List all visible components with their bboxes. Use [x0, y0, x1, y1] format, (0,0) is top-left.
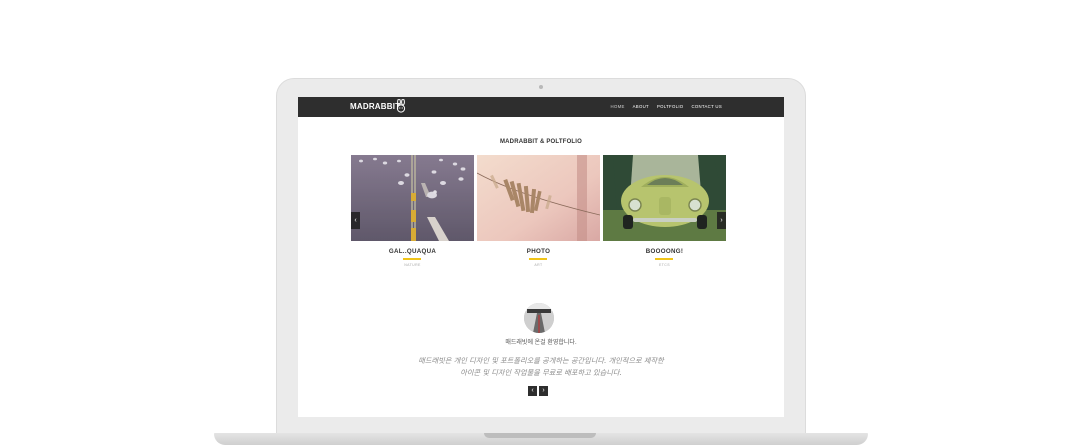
carousel-prev-button[interactable]: ‹ — [351, 212, 360, 229]
menu-item-home[interactable]: HOME — [611, 104, 625, 109]
accent-underline — [403, 258, 421, 260]
camera-dot — [539, 85, 543, 89]
portfolio-card-art[interactable] — [477, 155, 600, 241]
portfolio-card-etcs[interactable] — [603, 155, 726, 241]
avatar — [524, 303, 554, 333]
menu-item-portfolio[interactable]: POLTFOLIO — [657, 104, 684, 109]
laptop-screen: MADRABBIT HOME ABOUT POLTFOLIO CONTACT U… — [298, 97, 784, 417]
card-title-etcs[interactable]: BOOOONG! — [603, 248, 726, 255]
intro-quote-line: 아이콘 및 디자인 작업물을 무료로 배포하고 있습니다. — [460, 368, 622, 377]
navbar: MADRABBIT HOME ABOUT POLTFOLIO CONTACT U… — [298, 97, 784, 117]
card-category-art: ART — [534, 263, 543, 267]
testimonial-prev-button[interactable]: ‹ — [528, 386, 537, 396]
menu-item-about[interactable]: ABOUT — [633, 104, 649, 109]
portfolio-card-nature[interactable] — [351, 155, 474, 241]
testimonial-next-button[interactable]: › — [539, 386, 548, 396]
clothespins-photo — [477, 155, 600, 241]
card-title-art[interactable]: PHOTO — [477, 248, 600, 255]
laptop-notch — [484, 433, 596, 438]
intro-quote-line: 매드래빗은 개인 디자인 및 포트폴리오를 공개하는 공간입니다. 개인적으로 … — [418, 356, 664, 365]
menu-item-contact[interactable]: CONTACT US — [691, 104, 722, 109]
beetle-photo — [603, 155, 726, 241]
portfolio-title: MADRABBIT & POLTFOLIO — [499, 139, 583, 145]
site-logo[interactable]: MADRABBIT — [350, 102, 400, 111]
card-category-etcs: ETCS — [659, 263, 670, 267]
welcome-text: 매드래빗에 온걸 환영합니다. — [505, 340, 577, 346]
card-title-nature[interactable]: GAL..QUAQUA — [351, 248, 474, 255]
accent-underline — [529, 258, 547, 260]
carousel-next-button[interactable]: › — [717, 212, 726, 229]
rabbit-icon — [396, 99, 406, 113]
accent-underline — [655, 258, 673, 260]
intro-quote: 매드래빗은 개인 디자인 및 포트폴리오를 공개하는 공간입니다. 개인적으로 … — [298, 355, 784, 379]
card-category-nature: NATURE — [404, 263, 421, 267]
main-menu: HOME ABOUT POLTFOLIO CONTACT US — [611, 104, 722, 109]
seagulls-photo — [351, 155, 474, 241]
